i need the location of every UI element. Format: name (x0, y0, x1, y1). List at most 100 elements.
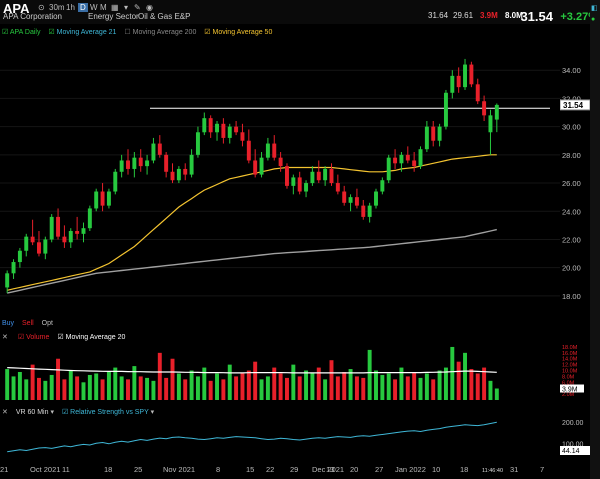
compare-icon[interactable]: ⊙ (38, 3, 45, 12)
candle-body (126, 160, 130, 169)
candle-body (189, 154, 194, 175)
volume-bar (68, 370, 73, 400)
buy-button[interactable]: Buy (2, 320, 14, 327)
candle (94, 188, 99, 212)
time-tick-label: 31 (510, 465, 518, 474)
rs-toggle-icon[interactable]: ☑ (62, 409, 68, 416)
price-chart[interactable] (0, 38, 560, 318)
ma21-toggle-icon[interactable]: ☑ (48, 29, 54, 36)
candle (113, 168, 118, 195)
volume-bar (424, 373, 429, 400)
sidebar-toggle-icon[interactable]: ◧ (591, 4, 598, 12)
candle (49, 214, 54, 243)
candle-body (17, 250, 22, 263)
legend-toggle-icon[interactable]: ☑ (2, 29, 8, 36)
time-axis[interactable]: 21 Oct 2021 11 18 25 Nov 2021 8 15 22 29 Dec 20211… (0, 460, 560, 479)
candle-body (297, 177, 302, 192)
candle-body (157, 143, 162, 155)
last-price: 31.54 (520, 9, 553, 24)
volume-ma-label[interactable]: Moving Average 20 (66, 334, 126, 341)
candle (37, 231, 41, 257)
price-tick-label: 18.00 (562, 292, 581, 301)
candle (132, 152, 137, 178)
volume-bar (374, 370, 378, 400)
draw-icon[interactable]: ✎ (134, 3, 141, 12)
price-tick-label: 22.00 (562, 235, 581, 244)
candle (145, 154, 150, 175)
rs-dropdown-icon[interactable]: ▾ (50, 409, 54, 416)
close-volume-pane-icon[interactable]: ✕ (2, 334, 8, 341)
dropdown-icon[interactable]: ▾ (124, 3, 128, 12)
candle (437, 123, 442, 147)
candle (253, 149, 258, 178)
candle (443, 89, 448, 130)
legend-series[interactable]: APA Daily (10, 29, 41, 36)
opt-button[interactable]: Opt (42, 320, 53, 327)
candle (450, 70, 455, 99)
candle (310, 166, 315, 186)
legend-ma21[interactable]: Moving Average 21 (57, 29, 117, 36)
ma50-toggle-icon[interactable]: ☑ (204, 29, 210, 36)
price-tick-label: 34.00 (562, 66, 581, 75)
candle (151, 137, 156, 164)
volume-bar (463, 352, 467, 400)
time-tick-label: 20 (350, 465, 358, 474)
ma200-toggle-icon[interactable]: ☐ (124, 29, 130, 36)
legend-ma200[interactable]: Moving Average 200 (133, 29, 197, 36)
candle (195, 126, 200, 158)
price-tick-label: 20.00 (562, 264, 581, 273)
candle-body (323, 168, 328, 181)
time-tick-label: 29 (290, 465, 298, 474)
time-tick-label: 11:46:40 (482, 468, 503, 474)
candle (183, 163, 188, 181)
rs-settings-icon[interactable]: ▾ (151, 409, 155, 416)
candle-body (304, 183, 309, 192)
candle (43, 236, 48, 260)
volume-axis[interactable]: 18.0M16.0M14.0M12.0M10.0M8.0M6.0M4.0M2.0… (560, 342, 590, 402)
candle-body (195, 132, 200, 155)
candle-body (170, 171, 175, 181)
volume-bar (94, 373, 99, 400)
timeframe-w[interactable]: W (90, 3, 98, 12)
volume-bar (386, 373, 391, 400)
ma50-line (7, 154, 497, 291)
relative-strength-chart[interactable] (0, 416, 560, 458)
candle (221, 118, 226, 144)
candle (291, 174, 296, 195)
timeframe-m[interactable]: M (100, 3, 107, 12)
volume-toggle-icon[interactable]: ☑ (18, 334, 24, 341)
timeframe-d[interactable]: D (78, 3, 88, 12)
volume-bar (418, 377, 423, 400)
close-rs-pane-icon[interactable]: ✕ (2, 409, 8, 416)
timeframe-1h[interactable]: 1h (66, 3, 75, 12)
price-axis[interactable]: 34.0032.0030.0028.0026.0024.0022.0020.00… (560, 38, 590, 318)
candle-body (399, 154, 404, 164)
candle-body (443, 92, 448, 127)
volume-bar (30, 364, 35, 400)
sector-label[interactable]: Energy Sector (88, 12, 139, 21)
legend-ma50[interactable]: Moving Average 50 (213, 29, 273, 36)
candle-body (482, 101, 487, 116)
rs-axis[interactable]: 200.00100.0044.14 (560, 416, 590, 458)
time-tick-label: Jan 2022 (395, 465, 426, 474)
alert-icon[interactable]: ◉ (146, 3, 153, 12)
timeframe-30m[interactable]: 30m (49, 3, 65, 12)
volume-bar (380, 374, 385, 400)
rs-label[interactable]: Relative Strength vs SPY (70, 409, 148, 416)
volume-ma-toggle-icon[interactable]: ☑ (57, 334, 63, 341)
right-sidebar: ◧ ● (590, 0, 600, 479)
volume-label[interactable]: Volume (26, 334, 49, 341)
candle-body (418, 149, 423, 167)
industry-label[interactable]: Oil & Gas E&P (138, 12, 190, 21)
volume-bar (361, 377, 366, 400)
candle (11, 259, 16, 279)
sell-button[interactable]: Sell (22, 320, 34, 327)
volume-bar (138, 376, 143, 400)
volume-bar (494, 388, 499, 400)
rs-timeframe-label[interactable]: VR 60 Min (16, 409, 49, 416)
chart-type-icon[interactable]: ▦ (111, 3, 119, 12)
candle-body (310, 171, 315, 184)
volume-chart[interactable] (0, 342, 560, 402)
sidebar-status-icon[interactable]: ● (591, 16, 595, 23)
candle-body (278, 157, 283, 167)
